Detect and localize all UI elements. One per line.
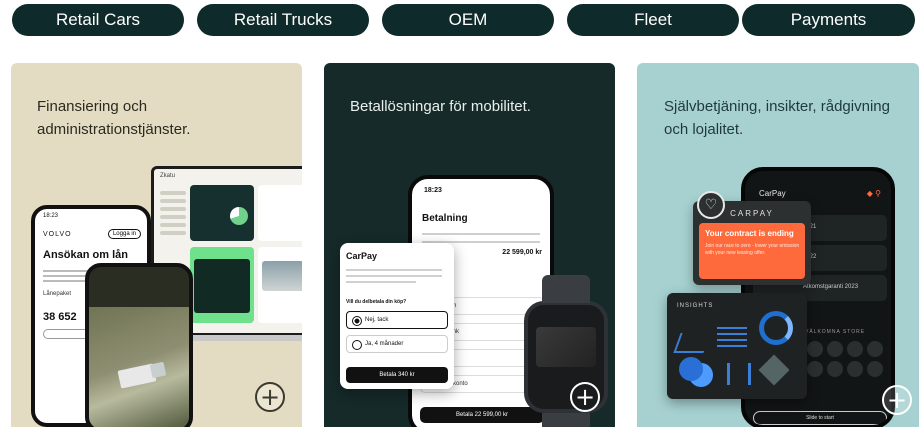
tab-oem[interactable]: OEM [382, 4, 554, 36]
summary-line [422, 233, 540, 235]
truck-thumbnail [262, 261, 302, 291]
column-chart-icon [727, 363, 751, 385]
card-title: Självbetjäning, insikter, rådgivning och… [664, 98, 890, 138]
modal-pay-button: Betala 340 kr [346, 367, 448, 383]
icon-grid [805, 339, 885, 379]
login-button: Logga in [107, 229, 141, 239]
laptop-panel-highlight [190, 247, 254, 323]
carpay-modal: CarPay Vill du delbetala din köp? Nej, t… [340, 243, 454, 389]
insights-title: INSIGHTS [677, 303, 714, 309]
card-self-service[interactable]: Självbetjäning, insikter, rådgivning och… [637, 63, 919, 427]
plus-circle-icon[interactable]: + [255, 382, 285, 412]
bubble-chart-icon [679, 357, 703, 381]
insights-panel: INSIGHTS [667, 293, 807, 399]
loan-label: Lånepaket [43, 291, 72, 297]
text-line [346, 269, 442, 271]
section-heading: VÄLKOMNA STORE [805, 329, 866, 335]
plus-circle-icon[interactable]: + [882, 385, 912, 415]
segment-tabs: Retail Cars Retail Trucks OEM Fleet Paym… [12, 4, 917, 36]
card-title: Finansiering och administrationstjänster… [37, 98, 191, 138]
donut-chart-icon [759, 311, 793, 345]
phone-mockup-truck [85, 263, 193, 427]
carpay-logo: CarPay [346, 251, 378, 261]
contract-banner: Your contract is ending Join our race to… [699, 223, 805, 279]
text-line [346, 281, 416, 283]
plus-circle-icon[interactable]: + [570, 382, 600, 412]
status-time: 18:23 [424, 187, 442, 194]
truck-cab [149, 361, 167, 379]
watch-card [536, 327, 596, 367]
header-icons: ◆ ⚲ [866, 189, 881, 198]
line-chart-icon [673, 333, 711, 353]
contract-title: Your contract is ending [705, 229, 794, 238]
contract-text: Join our race to zero - lower your emiss… [705, 243, 800, 256]
pie-chart-icon [230, 207, 248, 225]
card-title: Betallösningar för mobilitet. [350, 98, 531, 115]
status-time: 18:23 [43, 213, 59, 219]
text-line [346, 275, 442, 277]
brand-logo: VOLVO [43, 231, 72, 238]
cube-icon [758, 354, 790, 386]
slide-to-start: Slide to start [753, 411, 887, 425]
heart-icon: ♡ [697, 191, 725, 219]
tab-retail-cars[interactable]: Retail Cars [12, 4, 184, 36]
card-financing[interactable]: Finansiering och administrationstjänster… [11, 63, 302, 427]
laptop-header: Zkatu [160, 173, 176, 179]
payment-title: Betalning [422, 213, 468, 224]
tab-retail-trucks[interactable]: Retail Trucks [197, 4, 369, 36]
installment-option-yes: Ja, 4 månader [346, 335, 448, 353]
card-payments[interactable]: Betallösningar för mobilitet. 18:23 Beta… [324, 63, 615, 427]
tab-fleet[interactable]: Fleet [567, 4, 739, 36]
carpay-logo: CarPay [759, 189, 786, 198]
loan-amount: 38 652 [43, 311, 77, 323]
payment-total: 22 599,00 kr [502, 249, 542, 256]
pay-button: Betala 22 599,00 kr [420, 407, 544, 423]
tab-payments[interactable]: Payments [742, 4, 915, 36]
laptop-panel [258, 185, 302, 241]
bars-icon [717, 323, 747, 353]
loan-heading: Ansökan om lån [43, 249, 128, 261]
installment-option-no: Nej, tack [346, 311, 448, 329]
installment-question: Vill du delbetala din köp? [346, 299, 407, 305]
